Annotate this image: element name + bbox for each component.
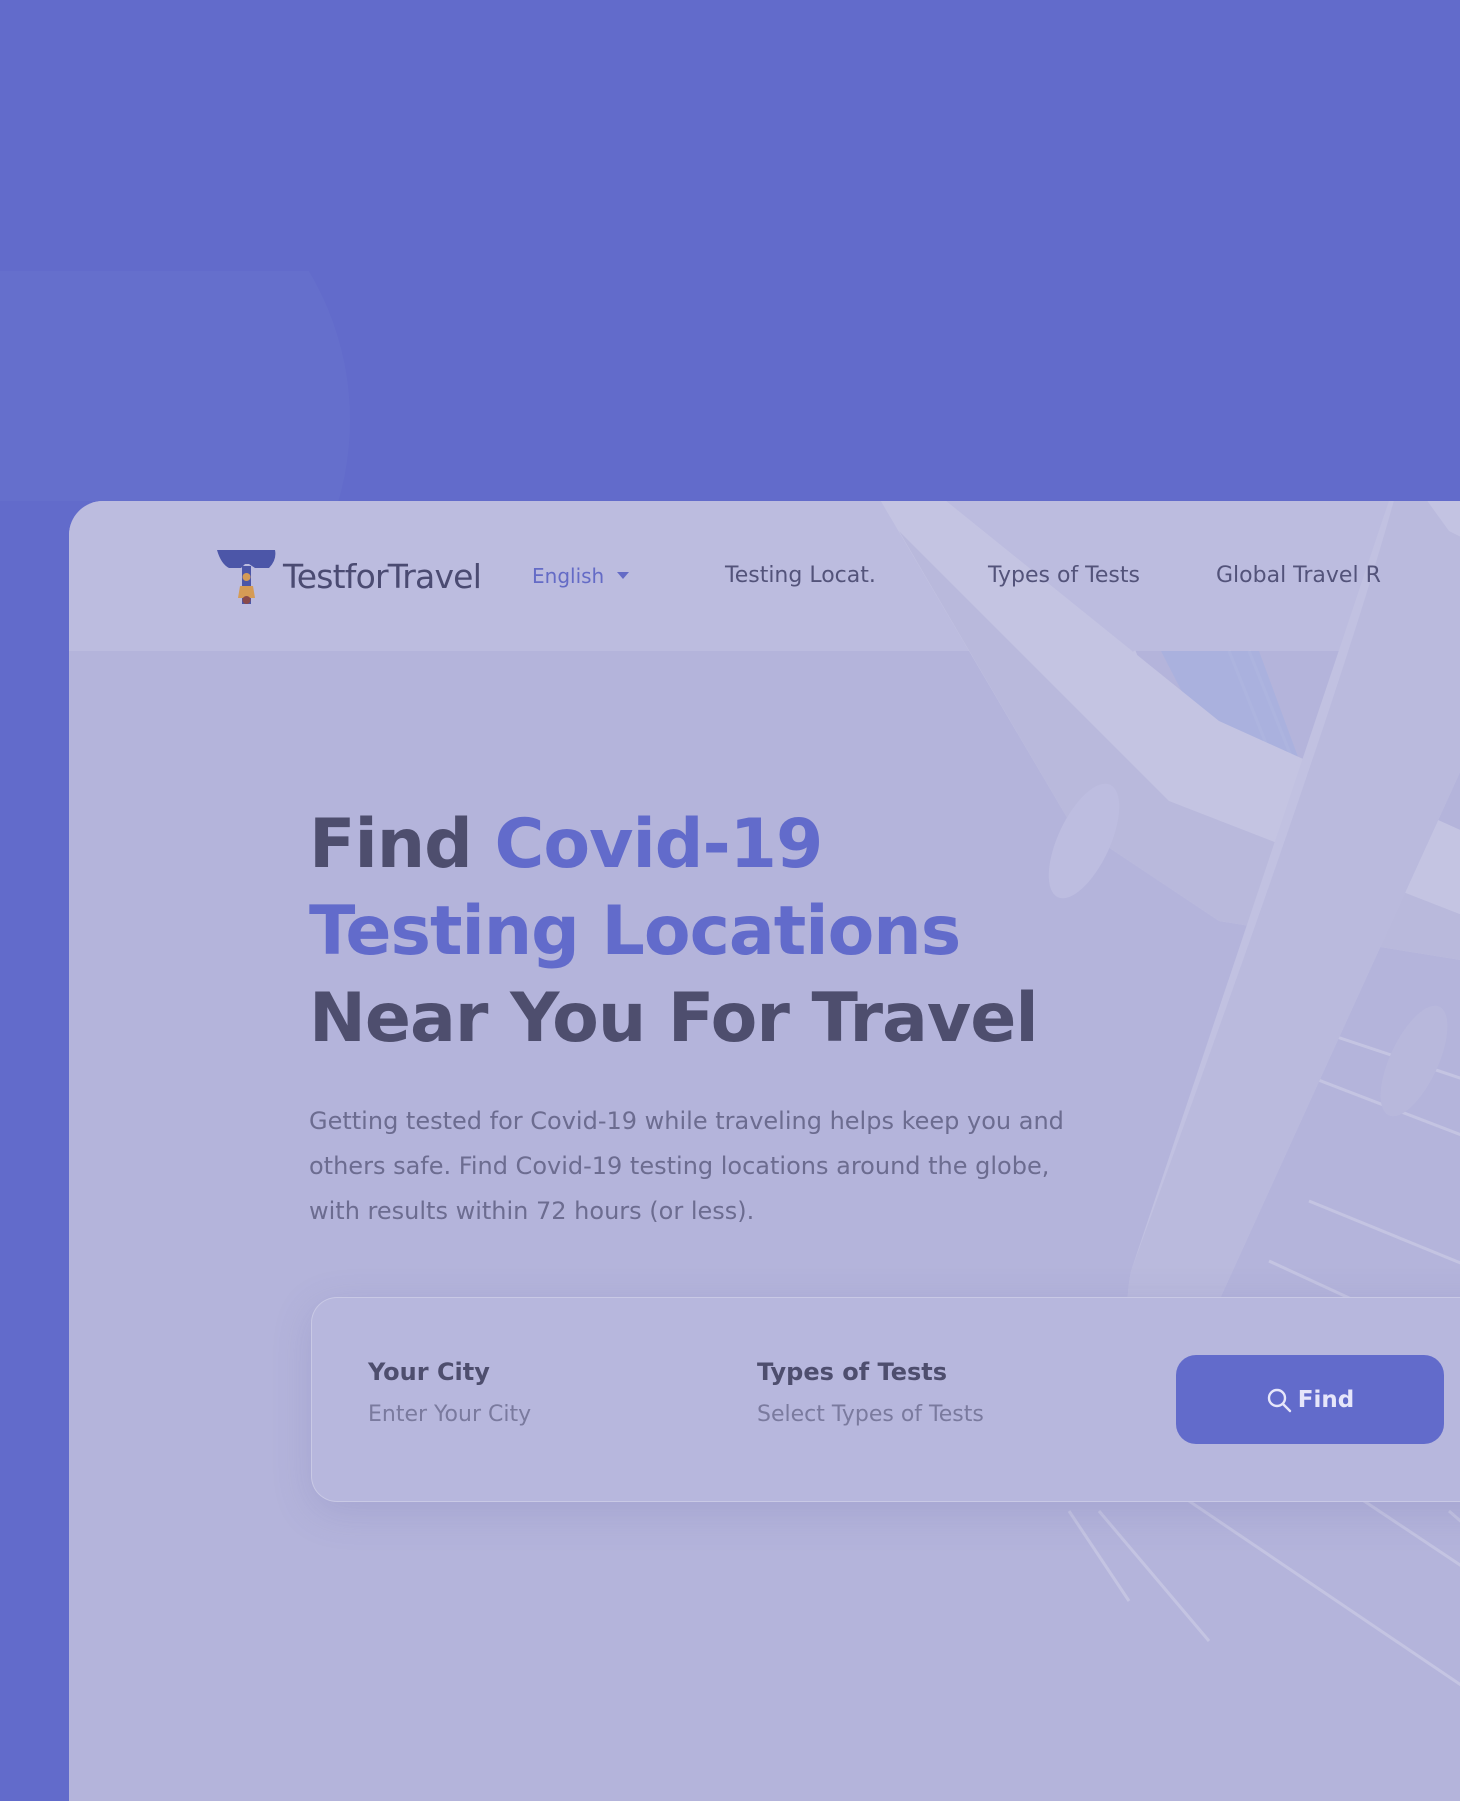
nav-item-global-travel[interactable]: Global Travel R	[1216, 563, 1381, 588]
brand-name: TestforTravel	[283, 556, 482, 596]
city-input[interactable]	[368, 1402, 668, 1427]
find-button-label: Find	[1297, 1386, 1355, 1413]
hero-title-accent1: Covid-19	[494, 805, 824, 884]
tests-label: Types of Tests	[757, 1358, 948, 1386]
nav-item-testing-locations[interactable]: Testing Locat.	[725, 563, 876, 588]
caret-down-icon	[617, 572, 630, 579]
search-panel: Your City Types of Tests Find	[311, 1297, 1460, 1502]
tests-select[interactable]	[757, 1402, 1057, 1427]
hero-title: Find Covid-19 Testing Locations Near You…	[309, 801, 1039, 1062]
hero-title-part3: Near You For Travel	[309, 979, 1039, 1058]
background-decor	[0, 271, 360, 501]
city-field: Your City	[368, 1358, 668, 1427]
t-logo-with-person-icon	[217, 550, 276, 604]
hero-title-accent2: Testing Locations	[309, 892, 961, 971]
nav-item-types-of-tests[interactable]: Types of Tests	[988, 563, 1140, 588]
brand[interactable]: TestforTravel	[215, 546, 482, 606]
hero-title-part1: Find	[309, 805, 495, 884]
landing-card: TestforTravel English Testing Locat. Typ…	[69, 501, 1460, 1801]
find-button[interactable]: Find	[1176, 1355, 1444, 1444]
search-icon	[1267, 1388, 1291, 1412]
city-label: Your City	[368, 1358, 490, 1386]
language-label: English	[532, 564, 605, 588]
language-selector[interactable]: English	[532, 564, 630, 588]
hero-description: Getting tested for Covid-19 while travel…	[309, 1107, 1064, 1225]
tests-field: Types of Tests	[757, 1358, 1057, 1427]
